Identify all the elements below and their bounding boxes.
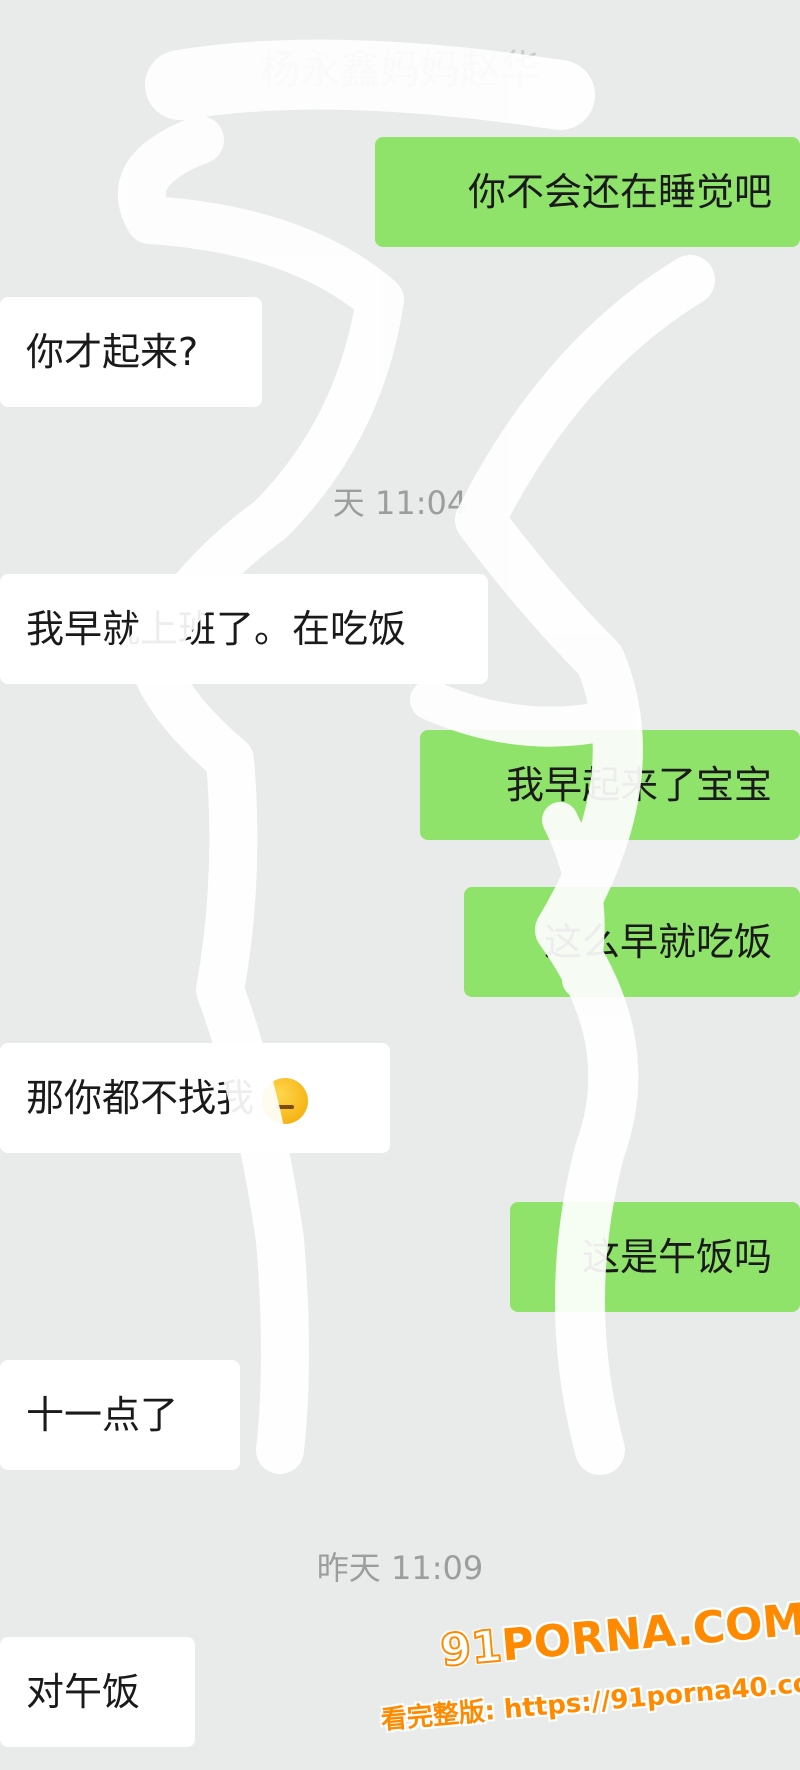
message-text: 那你都不找我 (26, 1076, 255, 1120)
redaction-scribble (117, 39, 715, 1475)
message-bubble-sent[interactable]: 我早起来了宝宝 (420, 730, 800, 840)
message-bubble-received[interactable]: 你才起来? (0, 297, 262, 407)
timestamp: 昨天 11:09 (316, 1549, 484, 1587)
thinking-face-emoji-icon (262, 1077, 309, 1124)
message-bubble-received[interactable]: 对午饭 (0, 1637, 195, 1747)
site-watermark-logo: 91PORNA.COM (437, 1594, 800, 1678)
message-bubble-received[interactable]: 十一点了 (0, 1360, 240, 1470)
chat-header-title: 杨永鑫妈妈赵华 (260, 47, 540, 93)
message-bubble-sent[interactable]: 这是午饭吗 (510, 1202, 800, 1312)
message-bubble-received[interactable]: 那你都不找我 (0, 1043, 390, 1153)
message-bubble-sent[interactable]: 这么早就吃饭 (464, 887, 800, 997)
timestamp: 天 11:04 (332, 484, 468, 522)
message-bubble-received[interactable]: 我早就上班了。在吃饭 (0, 574, 488, 684)
message-bubble-sent[interactable]: 你不会还在睡觉吧 (375, 137, 800, 247)
